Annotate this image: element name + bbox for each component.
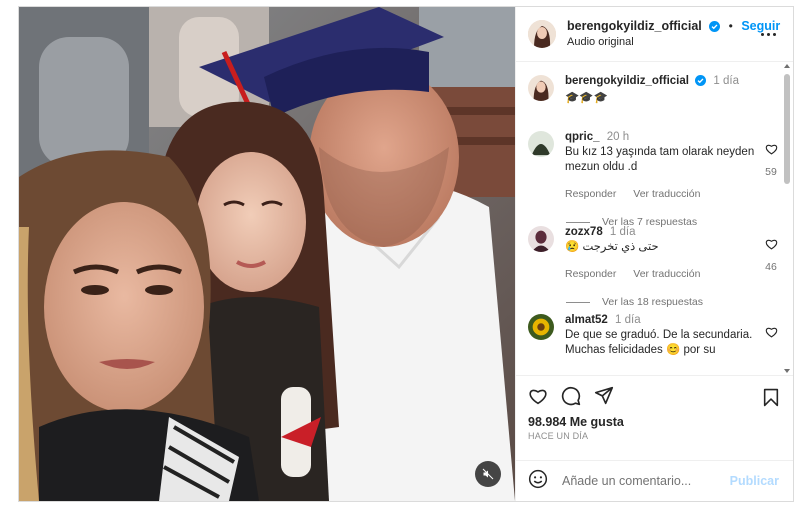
comment-item: qpric_ 20 h Bu kız 13 yaşında tam olarak… bbox=[528, 130, 793, 228]
verified-badge-icon bbox=[709, 20, 721, 35]
audio-label[interactable]: Audio original bbox=[567, 35, 780, 50]
comment-time[interactable]: 20 h bbox=[607, 131, 629, 143]
comment-input[interactable] bbox=[562, 474, 727, 488]
comment-text: Bu kız 13 yaşında tam olarak neyden mezu… bbox=[565, 146, 755, 173]
view-replies-button[interactable]: Ver las 18 respuestas bbox=[566, 295, 763, 310]
comment-username[interactable]: zozx78 bbox=[565, 226, 603, 238]
commenter-avatar[interactable] bbox=[528, 314, 554, 340]
commenter-avatar[interactable] bbox=[528, 226, 554, 252]
see-translation-button[interactable]: Ver traducción bbox=[633, 268, 700, 280]
author-avatar-image bbox=[528, 20, 556, 48]
comment-time[interactable]: 1 día bbox=[610, 226, 636, 238]
comment-item: almat52 1 día De que se graduó. De la se… bbox=[528, 313, 793, 373]
post-side-panel: berengokyildiz_official • Seguir Audio o… bbox=[515, 7, 793, 501]
comment-like-count: 59 bbox=[765, 166, 777, 178]
comment-bubble-icon[interactable] bbox=[561, 386, 581, 406]
author-avatar[interactable] bbox=[528, 20, 556, 48]
comment-time[interactable]: 1 día bbox=[615, 314, 641, 326]
comment-username[interactable]: almat52 bbox=[565, 314, 608, 326]
commenter-avatar[interactable] bbox=[528, 131, 554, 157]
post-action-bar bbox=[516, 375, 793, 415]
more-options-icon[interactable] bbox=[761, 27, 779, 41]
comments-list: berengokyildiz_official 1 día 🎓🎓🎓 qpric_… bbox=[516, 62, 793, 375]
like-heart-icon[interactable] bbox=[528, 387, 548, 405]
author-username[interactable]: berengokyildiz_official bbox=[567, 19, 702, 33]
reply-button[interactable]: Responder bbox=[565, 188, 616, 200]
comment-like-heart-icon[interactable] bbox=[765, 238, 778, 250]
post-modal: berengokyildiz_official • Seguir Audio o… bbox=[18, 6, 794, 502]
post-timestamp[interactable]: HACE UN DÍA bbox=[516, 429, 793, 441]
caption-text: 🎓🎓🎓 bbox=[565, 92, 608, 104]
view-replies-label: Ver las 18 respuestas bbox=[602, 296, 703, 308]
comment-text: De que se graduó. De la secundaria. Much… bbox=[565, 329, 753, 356]
scroll-up-arrow-icon[interactable] bbox=[784, 64, 790, 68]
see-translation-button[interactable]: Ver traducción bbox=[633, 188, 700, 200]
save-bookmark-icon[interactable] bbox=[763, 388, 779, 412]
photo-image bbox=[19, 7, 515, 501]
caption-username[interactable]: berengokyildiz_official bbox=[565, 75, 689, 87]
comment-composer: Publicar bbox=[516, 460, 793, 501]
comment-like-heart-icon[interactable] bbox=[765, 143, 778, 155]
post-caption: berengokyildiz_official 1 día 🎓🎓🎓 bbox=[528, 74, 793, 130]
speaker-muted-icon bbox=[482, 468, 494, 480]
caption-time[interactable]: 1 día bbox=[713, 75, 739, 87]
separator-dot: • bbox=[728, 19, 733, 33]
audio-muted-button[interactable] bbox=[475, 461, 501, 487]
verified-badge-icon bbox=[695, 75, 707, 91]
reply-button[interactable]: Responder bbox=[565, 268, 616, 280]
post-media[interactable] bbox=[19, 7, 515, 501]
publish-button[interactable]: Publicar bbox=[730, 474, 779, 488]
likes-count[interactable]: 98.984 Me gusta bbox=[516, 415, 793, 429]
emoji-smiley-icon[interactable] bbox=[528, 469, 548, 494]
comment-like-heart-icon[interactable] bbox=[765, 326, 778, 338]
comment-like-count: 46 bbox=[765, 261, 777, 273]
comment-text: 😢 حتى ذي تخرجت bbox=[565, 241, 659, 253]
comment-username[interactable]: qpric_ bbox=[565, 131, 600, 143]
comment-item: zozx78 1 día 😢 حتى ذي تخرجت Responder Ve… bbox=[528, 225, 793, 313]
caption-author-avatar[interactable] bbox=[528, 75, 554, 101]
post-header: berengokyildiz_official • Seguir Audio o… bbox=[516, 7, 793, 62]
share-paper-plane-icon[interactable] bbox=[594, 386, 614, 405]
